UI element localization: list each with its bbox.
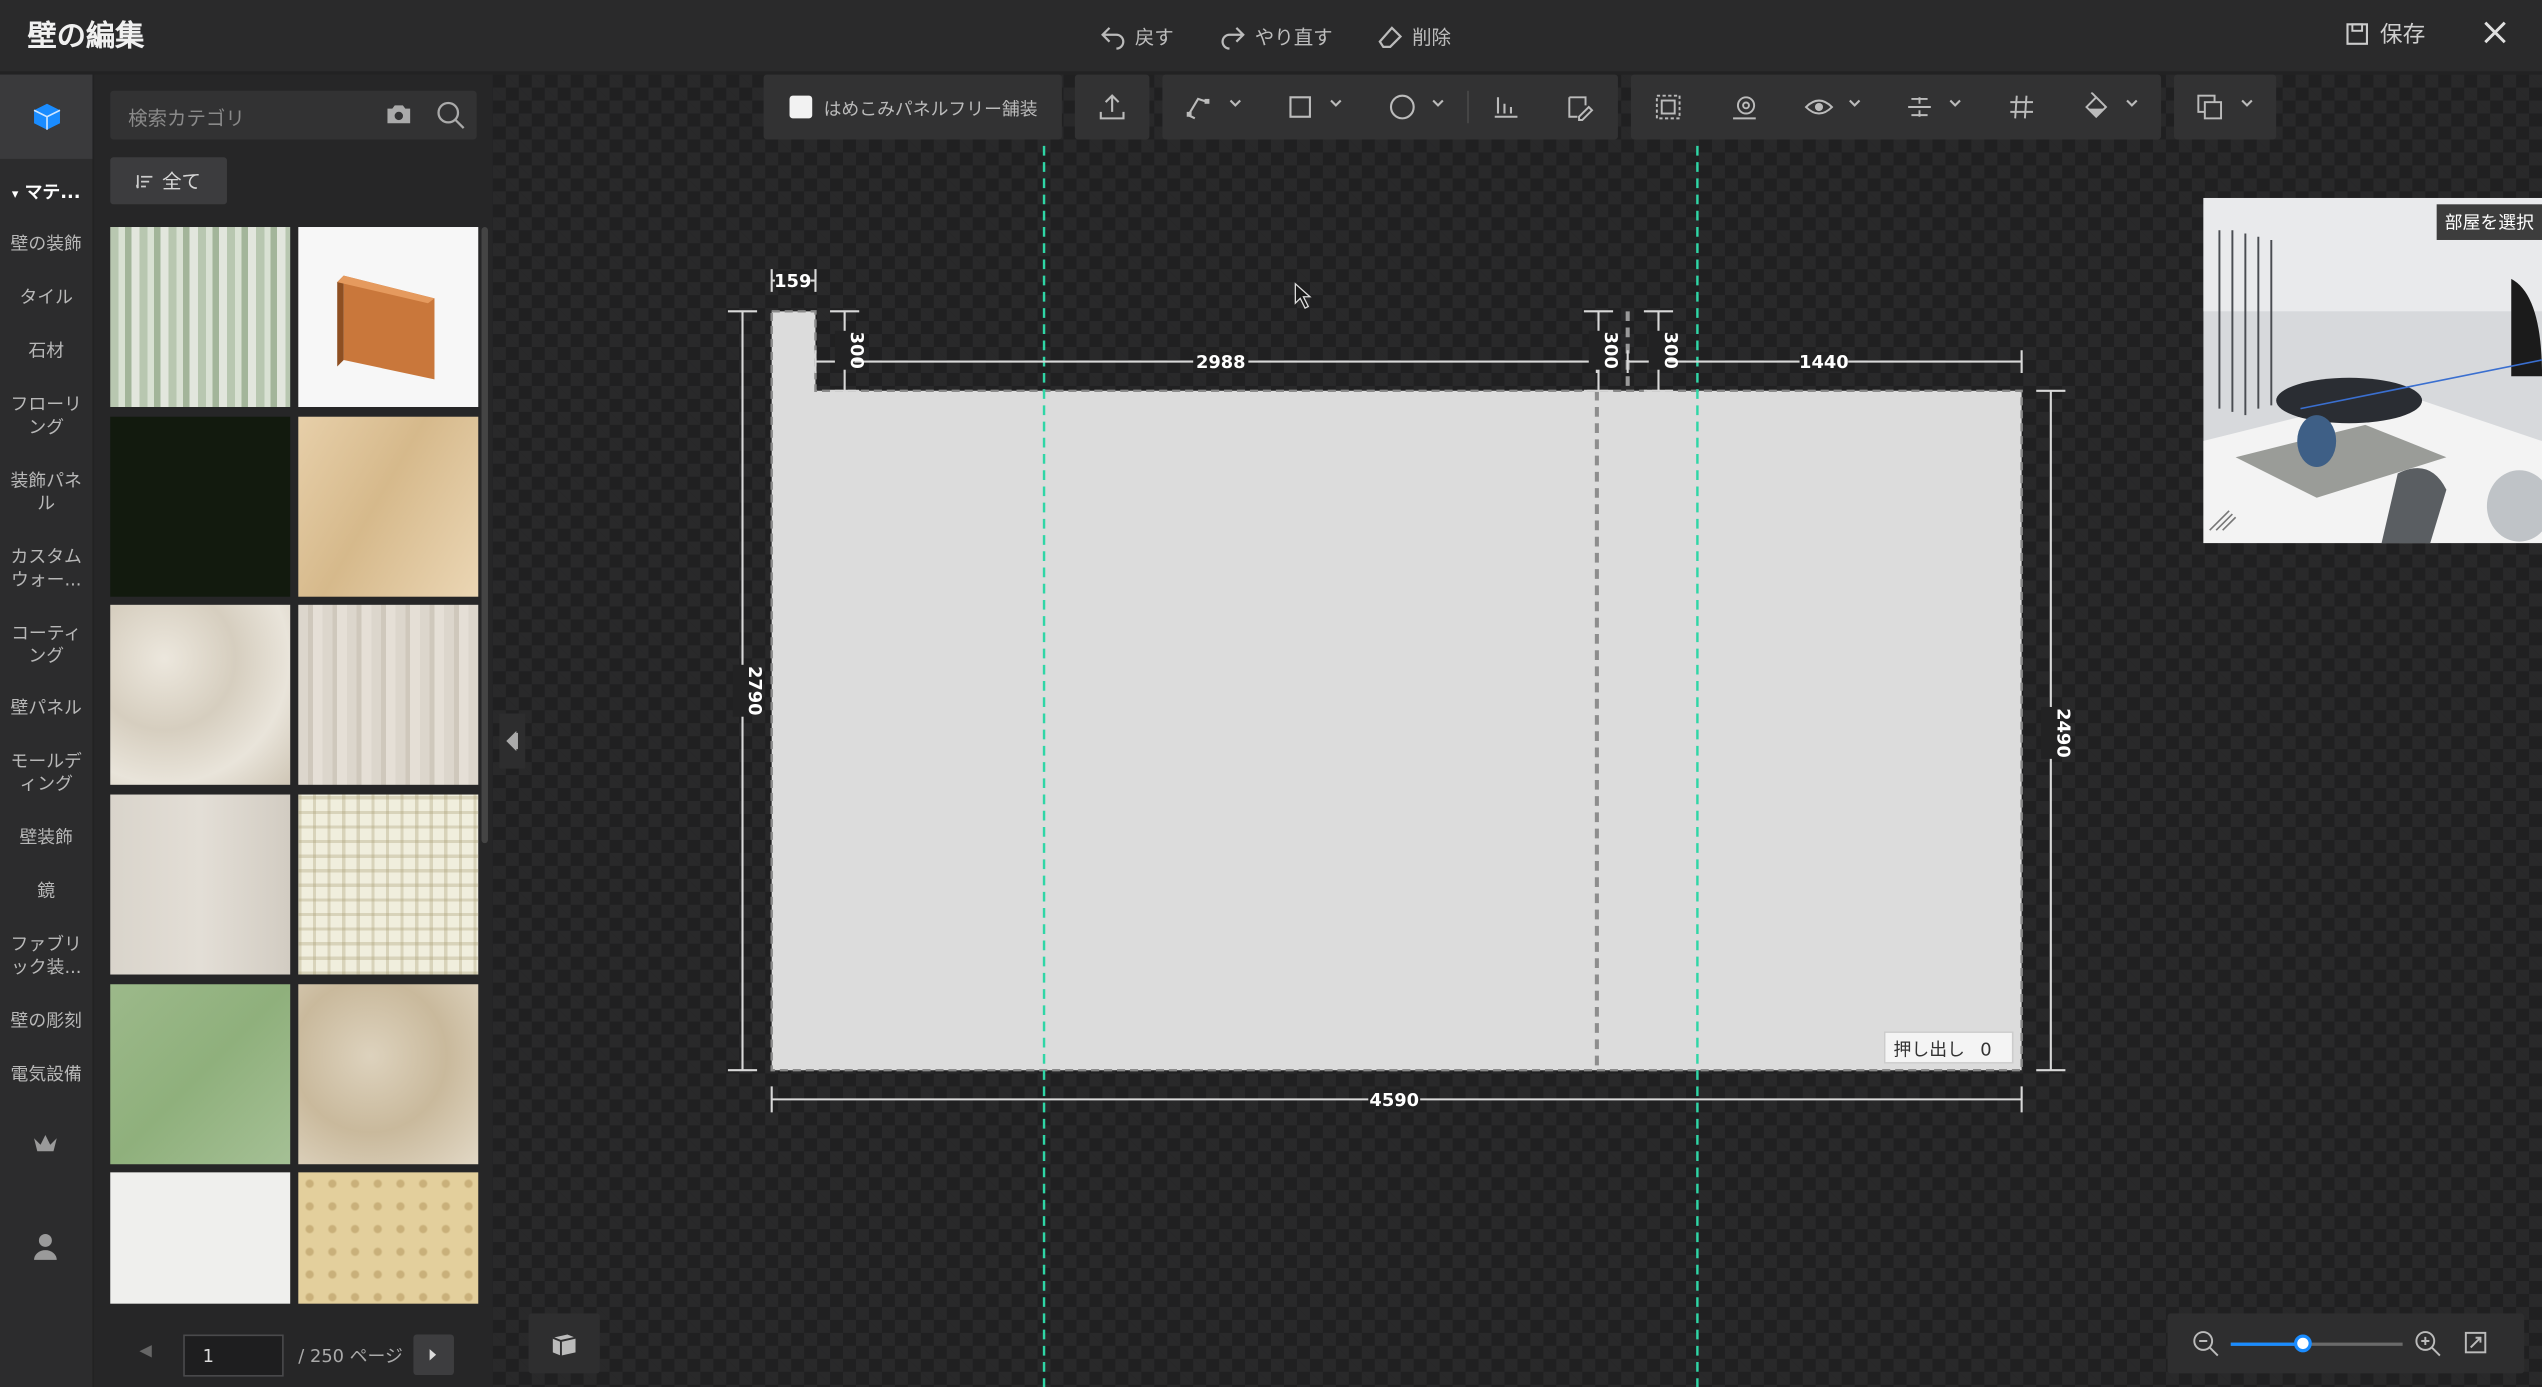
app-root: 壁の編集 戻す やり直す 削除 保存 ▾ マテ... 壁の装飾 タイル 石材 フ… <box>0 0 2542 1387</box>
zoom-slider-handle[interactable] <box>2293 1334 2312 1353</box>
zoom-out-icon[interactable] <box>2192 1330 2220 1358</box>
dim-300: 300 <box>1660 332 1681 369</box>
zoom-in-icon[interactable] <box>2414 1330 2442 1358</box>
mouse-cursor <box>1294 282 1312 309</box>
extrude-field[interactable]: 押し出し 0 <box>1883 1031 2014 1064</box>
fit-view-icon[interactable] <box>2463 1330 2489 1356</box>
zoom-control <box>2167 1313 2525 1374</box>
dim-300: 300 <box>846 332 867 369</box>
wall-shape[interactable] <box>770 310 2023 1072</box>
wall-drawing: 159 300 2988 300 300 1440 2790 2490 4590 <box>727 145 2073 1387</box>
view-3d-button[interactable] <box>528 1313 600 1374</box>
zoom-slider-fill <box>2230 1342 2304 1346</box>
select-room-button[interactable]: 部屋を選択 <box>2436 204 2542 240</box>
dim-2490: 2490 <box>2052 708 2073 758</box>
dim-2790: 2790 <box>744 666 765 716</box>
room-preview[interactable]: 部屋を選択 <box>2203 197 2542 544</box>
dim-1440: 1440 <box>1799 352 1849 373</box>
dim-159: 159 <box>774 271 811 292</box>
dim-4590: 4590 <box>1369 1090 1419 1111</box>
dim-2988: 2988 <box>1196 352 1246 373</box>
box-3d-icon <box>552 1334 576 1356</box>
room-3d-image <box>2203 197 2542 544</box>
extrude-label: 押し出し <box>1893 1039 1965 1061</box>
dim-300: 300 <box>1600 332 1621 369</box>
extrude-value: 0 <box>1980 1039 1992 1061</box>
